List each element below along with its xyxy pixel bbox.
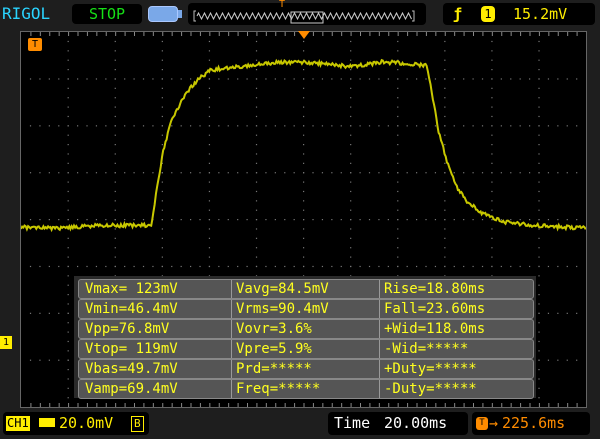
bandwidth-limit-badge: B: [131, 416, 144, 432]
dc-coupling-icon: [39, 418, 55, 427]
measurement-row: Vbas=49.7mV Prd=***** +Duty=*****: [78, 359, 534, 379]
channel1-ground-marker[interactable]: 1: [0, 336, 12, 349]
measurement-value: Vavg=84.5mV: [231, 280, 329, 298]
trigger-offset-value: 225.6ms: [502, 412, 565, 435]
measurement-value: Vbas=49.7mV: [85, 360, 178, 378]
channel-label: CH1: [6, 416, 30, 431]
measurement-value: Vovr=3.6%: [231, 320, 312, 338]
battery-icon: [148, 6, 184, 22]
trigger-level-marker[interactable]: T: [28, 38, 42, 51]
measurement-value: Vpre=5.9%: [231, 340, 312, 358]
time-per-div: 20.00ms: [384, 412, 447, 435]
trigger-offset-icon: T: [476, 417, 488, 430]
time-label: Time: [334, 412, 370, 435]
channel1-settings[interactable]: CH1 20.0mV B: [3, 412, 149, 435]
status-bar: CH1 20.0mV B Time 20.00ms T → 225.6ms: [0, 410, 600, 439]
measurement-value: Vamp=69.4mV: [85, 380, 178, 398]
measurement-value: Vmin=46.4mV: [85, 300, 178, 318]
measurement-value: -Wid=*****: [379, 340, 468, 358]
measurement-value: Vrms=90.4mV: [231, 300, 329, 318]
oscilloscope-screen: RIGOL STOP T ƒ 1 15.2mV T 1 Vmax= 123mV V…: [0, 0, 600, 439]
measurement-value: +Duty=*****: [379, 360, 477, 378]
measurement-row: Vamp=69.4mV Freq=***** -Duty=*****: [78, 379, 534, 399]
trigger-offset-display[interactable]: T → 225.6ms: [472, 412, 590, 435]
measurement-row: Vmin=46.4mV Vrms=90.4mV Fall=23.60ms: [78, 299, 534, 319]
trigger-source-badge: 1: [481, 6, 495, 22]
measurement-row: Vmax= 123mV Vavg=84.5mV Rise=18.80ms: [78, 279, 534, 299]
brand-logo: RIGOL: [2, 3, 68, 25]
measurement-value: +Wid=118.0ms: [379, 320, 485, 338]
measurement-panel: Vmax= 123mV Vavg=84.5mV Rise=18.80ms Vmin=4…: [74, 276, 536, 398]
memory-overview-bar[interactable]: T: [188, 3, 426, 25]
measurement-value: Freq=*****: [231, 380, 320, 398]
trigger-time-marker[interactable]: [298, 31, 310, 39]
measurement-value: Vtop= 119mV: [85, 340, 178, 358]
trigger-level: 15.2mV: [513, 3, 567, 25]
measurement-value: Vmax= 123mV: [85, 280, 178, 298]
run-stop-status[interactable]: STOP: [72, 4, 142, 24]
measurement-value: Fall=23.60ms: [379, 300, 485, 318]
trigger-status[interactable]: ƒ 1 15.2mV: [443, 3, 595, 25]
measurement-value: -Duty=*****: [379, 380, 477, 398]
measurement-value: Prd=*****: [231, 360, 312, 378]
measurement-row: Vtop= 119mV Vpre=5.9% -Wid=*****: [78, 339, 534, 359]
volts-per-div: 20.0mV: [59, 412, 113, 435]
measurement-value: Vpp=76.8mV: [85, 320, 169, 338]
timebase-display[interactable]: Time 20.00ms: [328, 412, 468, 435]
rising-edge-icon: ƒ: [453, 3, 462, 25]
measurement-row: Vpp=76.8mV Vovr=3.6% +Wid=118.0ms: [78, 319, 534, 339]
measurement-value: Rise=18.80ms: [379, 280, 485, 298]
